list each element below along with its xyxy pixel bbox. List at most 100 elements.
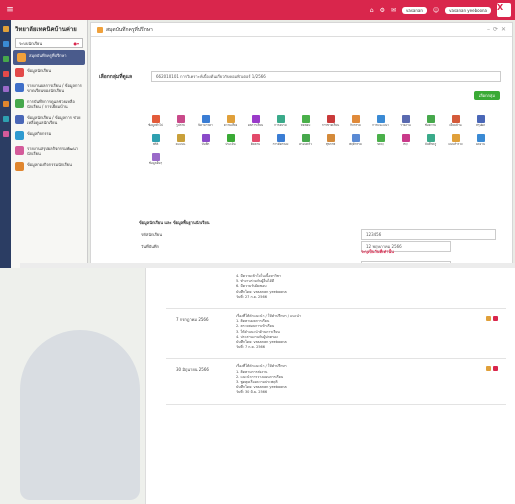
home-icon[interactable]: ⌂ xyxy=(370,7,374,14)
function-icon-button[interactable]: ความเสี่ยง xyxy=(218,115,243,130)
function-icon-button[interactable]: รูปถ่าย xyxy=(168,115,193,130)
sidebar-item[interactable]: รายงานสรุปผลกิจกรรมพัฒนานักเรียน xyxy=(11,143,87,159)
home-rail-icon[interactable] xyxy=(2,26,9,32)
function-icon xyxy=(151,153,160,161)
function-icon-button[interactable]: การแนะแนว xyxy=(368,115,393,130)
folder-rail-icon[interactable] xyxy=(2,101,9,107)
function-icon-label: คะแนน xyxy=(175,142,186,146)
user-fullname[interactable]: vasanan yeeboona xyxy=(445,6,491,14)
entry-separator xyxy=(166,308,506,309)
function-icon-button[interactable]: คะแนน xyxy=(168,134,193,149)
edit-icon[interactable] xyxy=(486,366,491,372)
entry-separator xyxy=(166,358,506,360)
sidebar-item[interactable]: ข้อมูลนักเรียน xyxy=(11,65,87,80)
function-icon-label: EQ xyxy=(403,142,408,146)
function-icon xyxy=(276,134,285,142)
function-icon xyxy=(201,134,210,142)
function-icon-label: ความเสี่ยง xyxy=(223,123,238,127)
close-icon[interactable]: ✕ xyxy=(501,26,506,33)
function-icon xyxy=(176,134,185,142)
menu-icon[interactable]: ≡ xyxy=(0,0,20,20)
calendar-rail-icon[interactable] xyxy=(2,86,9,92)
report-rail-icon[interactable] xyxy=(2,116,9,122)
sidebar-item[interactable]: ข้อมูลนักเรียน / ข้อมูลการ ช่วยเหลือดูแล… xyxy=(11,112,87,128)
function-icon xyxy=(401,115,410,123)
settings-icon[interactable]: ⚙ xyxy=(380,7,385,14)
sidebar-item[interactable]: สมุดบันทึกครูที่ปรึกษา xyxy=(13,50,85,65)
function-icon xyxy=(401,134,410,142)
function-icon-button[interactable]: SDQ xyxy=(368,134,393,149)
function-icon-button[interactable]: บันทึกครู xyxy=(418,134,443,149)
function-icon-label: ผลการเรียน xyxy=(247,123,264,127)
function-icon xyxy=(351,115,360,123)
function-icon-label: บันทึก xyxy=(201,142,210,146)
sidebar-item[interactable]: รายงานผลการเรียน / ข้อมูลการขาดเรียนของน… xyxy=(11,80,87,96)
edit-icon[interactable] xyxy=(486,316,491,321)
notification-icon[interactable]: ✉ xyxy=(391,7,396,14)
delete-icon[interactable] xyxy=(493,366,498,372)
function-icon-label: การแนะแนว xyxy=(372,123,389,127)
main-area: สมุดบันทึกครูที่ปรึกษา – ⟳ ✕ เลือกกลุ่มท… xyxy=(88,20,515,272)
function-icon-button[interactable]: ติดตาม xyxy=(243,134,268,149)
topbar-right: ⌂ ⚙ ✉ vasanan ☺ vasanan yeeboona X xyxy=(370,3,515,17)
function-icon-button[interactable]: ข้อความ xyxy=(418,115,443,130)
function-icon-button[interactable]: เยี่ยมบ้าน xyxy=(443,115,468,130)
function-icon-button[interactable]: การคัดกรอง xyxy=(268,134,293,149)
function-icon-button[interactable]: ครอบครัว xyxy=(293,134,318,149)
function-icon-button[interactable]: ข้อมูลอื่นๆ xyxy=(143,153,168,168)
function-icon-button[interactable]: กิจกรรม xyxy=(343,115,368,130)
advice-timeline: 4. มีความเข้าใจในเนื้อหาวิชา 5. ทำงานร่วม… xyxy=(145,268,515,504)
entry-line: วันที่: 7 ก.ค. 2566 xyxy=(236,345,266,350)
username-badge[interactable]: vasanan xyxy=(402,6,427,14)
field-input[interactable]: 123456 xyxy=(361,229,496,240)
function-icon-button[interactable]: แบบสำรวจ xyxy=(443,134,468,149)
school-name: วิทยาลัยเทคนิคบ้านค่าย xyxy=(15,26,77,33)
user-icon[interactable]: ☺ xyxy=(433,7,439,14)
entry-date: 7 กรกฎาคม 2566 xyxy=(176,317,209,322)
group-select[interactable]: 662010101 การวิเคราะห์เบื้องต้นเกี่ยวกับ… xyxy=(151,71,501,82)
function-icon-button[interactable]: บิดามารดา xyxy=(193,115,218,130)
sidebar-item-icon xyxy=(15,83,24,92)
sidebar-item[interactable]: ข้อมูลกองกิจกรรมนักเรียน xyxy=(11,159,87,174)
function-icon-button[interactable]: พฤติกรรม xyxy=(343,134,368,149)
minimize-icon[interactable]: – xyxy=(487,26,490,33)
function-icon xyxy=(301,134,310,142)
function-icon-button[interactable]: บันทึก xyxy=(193,134,218,149)
delete-icon[interactable] xyxy=(493,316,498,321)
system-select[interactable]: ระบบนักเรียน ●▾ xyxy=(15,38,83,48)
function-icon-button[interactable]: ทดสอบ xyxy=(293,115,318,130)
entry-text: 4. มีความเข้าใจในเนื้อหาวิชา 5. ทำงานร่วม… xyxy=(236,274,476,300)
entry-actions xyxy=(486,366,498,372)
function-icon xyxy=(351,134,360,142)
function-icon-button[interactable]: สุขภาพ xyxy=(318,134,343,149)
settings-rail-icon[interactable] xyxy=(2,131,9,137)
entry-date: 30 มิถุนายน 2566 xyxy=(176,367,209,373)
sidebar-item[interactable]: ข้อมูลกิจกรรม xyxy=(11,128,87,143)
function-icon-button[interactable]: EQ xyxy=(393,134,418,149)
logo-icon: X xyxy=(497,3,511,17)
function-icon-button[interactable]: ข้อมูลทั่วไป xyxy=(143,115,168,130)
function-icon-button[interactable]: ประเมิน xyxy=(218,134,243,149)
function-icon xyxy=(376,115,385,123)
sidebar-item-label: ข้อมูลกิจกรรม xyxy=(27,131,52,136)
function-icon xyxy=(476,115,485,123)
refresh-icon[interactable]: ⟳ xyxy=(493,26,498,33)
panel-title-bar: สมุดบันทึกครูที่ปรึกษา – ⟳ ✕ xyxy=(91,23,512,37)
function-icon-button[interactable]: สถิติ xyxy=(143,134,168,149)
function-icon-label: ประเมิน xyxy=(225,142,236,146)
sidebar-item-icon xyxy=(15,131,24,140)
function-icon-button[interactable]: ผลการเรียน xyxy=(243,115,268,130)
choose-group-button[interactable]: เลือกกลุ่ม xyxy=(473,91,500,100)
function-icon-label: พฤติกรรม xyxy=(349,142,362,146)
function-icon-label: บันทึกครู xyxy=(424,142,437,146)
function-icon-button[interactable]: รายงาน xyxy=(393,115,418,130)
function-icon xyxy=(276,115,285,123)
book-rail-icon[interactable] xyxy=(2,56,9,62)
sidebar-item[interactable]: การบันทึกการดูแลช่วยเหลือนักเรียน / การเ… xyxy=(11,96,87,112)
function-icon-button[interactable]: การอบรม xyxy=(268,115,293,130)
function-icon-button[interactable]: การขาดเรียน xyxy=(318,115,343,130)
chart-rail-icon[interactable] xyxy=(2,71,9,77)
user-rail-icon[interactable] xyxy=(2,41,9,47)
function-icon-button[interactable]: สรุปผล xyxy=(468,115,493,130)
function-icon-button[interactable]: ผลงาน xyxy=(468,134,493,149)
